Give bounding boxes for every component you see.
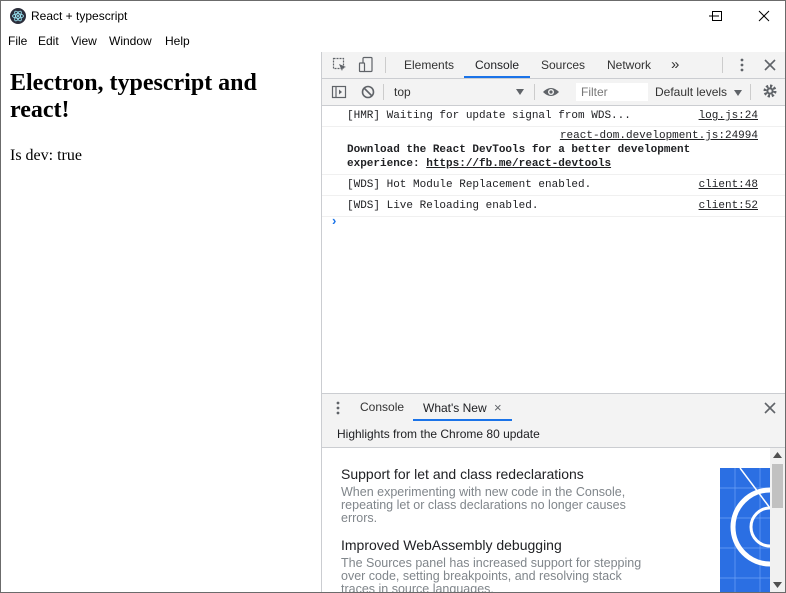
- menu-edit[interactable]: Edit: [38, 34, 59, 48]
- drawer-tab-bar: Console What's New ×: [322, 393, 785, 422]
- devtools-tab-bar: Elements Console Sources Network »: [322, 52, 785, 79]
- drawer-tab-label: What's New: [423, 401, 487, 415]
- feature-description: The Sources panel has increased support …: [341, 556, 642, 593]
- close-drawer-icon[interactable]: [764, 402, 776, 414]
- devtools-link[interactable]: https://fb.me/react-devtools: [426, 158, 611, 170]
- highlights-header: Highlights from the Chrome 80 update: [322, 421, 785, 448]
- log-levels-dropdown[interactable]: Default levels: [655, 83, 743, 101]
- tab-sources[interactable]: Sources: [541, 52, 585, 78]
- message-source-link[interactable]: client:48: [699, 179, 758, 191]
- drawer-tab-whats-new[interactable]: What's New ×: [413, 394, 512, 421]
- whats-new-content: Support for let and class redeclarations…: [322, 448, 785, 593]
- context-value: top: [394, 85, 411, 99]
- message-source-link[interactable]: client:52: [699, 200, 758, 212]
- toolbar-divider: [385, 57, 386, 73]
- promo-graphic-icon: [720, 468, 770, 592]
- console-message: [HMR] Waiting for update signal from WDS…: [322, 106, 785, 127]
- console-settings-gear-icon[interactable]: [762, 83, 778, 99]
- close-devtools-icon[interactable]: [764, 59, 776, 71]
- page-content: Electron, typescript and react! Is dev: …: [1, 52, 321, 592]
- highlights-title: Highlights from the Chrome 80 update: [337, 427, 540, 441]
- tab-console[interactable]: Console: [464, 52, 531, 78]
- drawer-scrollbar[interactable]: [770, 448, 785, 592]
- inspect-element-icon[interactable]: [332, 57, 348, 73]
- menu-help[interactable]: Help: [165, 34, 190, 48]
- console-message: react-dom.development.js:24994 Download …: [322, 127, 785, 175]
- console-messages: [HMR] Waiting for update signal from WDS…: [322, 106, 785, 393]
- filter-placeholder: Filter: [581, 85, 608, 99]
- clear-console-icon[interactable]: [360, 84, 376, 100]
- menu-view[interactable]: View: [71, 34, 97, 48]
- more-tabs-button[interactable]: »: [671, 52, 679, 78]
- title-bar[interactable]: React + typescript: [1, 1, 785, 31]
- menu-file[interactable]: File: [8, 34, 27, 48]
- live-expression-eye-icon[interactable]: [542, 85, 560, 99]
- dev-status-text: Is dev: true: [10, 147, 82, 164]
- maximize-button[interactable]: [693, 1, 739, 31]
- sidebar-toggle-icon[interactable]: [331, 84, 347, 100]
- context-selector[interactable]: top: [388, 83, 528, 101]
- console-toolbar: top Filter Default levels: [322, 79, 785, 106]
- console-prompt[interactable]: ›: [332, 213, 336, 228]
- log-levels-label: Default levels: [655, 85, 728, 99]
- message-text: [WDS] Live Reloading enabled.: [347, 200, 539, 212]
- close-window-button[interactable]: [739, 1, 785, 31]
- device-toolbar-icon[interactable]: [358, 56, 374, 74]
- toolbar-divider: [750, 84, 751, 100]
- chrome-80-promo-image[interactable]: [720, 468, 770, 592]
- message-text: [WDS] Hot Module Replacement enabled.: [347, 179, 592, 191]
- kebab-menu-icon[interactable]: [736, 57, 748, 73]
- feature-title[interactable]: Support for let and class redeclarations: [341, 466, 584, 482]
- dropdown-arrow-icon: [516, 89, 524, 95]
- close-icon: [758, 10, 770, 22]
- message-text-line2: experience: https://fb.me/react-devtools: [347, 158, 611, 170]
- console-message: [WDS] Hot Module Replacement enabled. cl…: [322, 175, 785, 196]
- feature-description: When experimenting with new code in the …: [341, 485, 626, 525]
- devtools-panel: Elements Console Sources Network » top F…: [321, 52, 785, 593]
- filter-input[interactable]: Filter: [576, 83, 648, 101]
- close-tab-icon[interactable]: ×: [494, 400, 502, 415]
- app-window: React + typescript File Edit View Window…: [0, 0, 786, 593]
- menu-bar: File Edit View Window Help: [1, 31, 785, 52]
- tab-elements[interactable]: Elements: [404, 52, 454, 78]
- scrollbar-thumb[interactable]: [772, 464, 783, 508]
- toolbar-divider: [722, 57, 723, 73]
- tab-network[interactable]: Network: [607, 52, 651, 78]
- page-heading: Electron, typescript and react!: [10, 70, 257, 123]
- electron-app-icon: [10, 8, 26, 24]
- console-message: [WDS] Live Reloading enabled. client:52: [322, 196, 785, 217]
- toolbar-divider: [383, 84, 384, 100]
- message-text: Download the React DevTools for a better…: [347, 144, 691, 156]
- window-title: React + typescript: [31, 9, 128, 23]
- drawer-menu-icon[interactable]: [335, 400, 341, 416]
- scroll-up-icon[interactable]: [773, 452, 782, 458]
- message-source-link[interactable]: react-dom.development.js:24994: [560, 130, 758, 142]
- dropdown-arrow-icon: [734, 90, 743, 96]
- message-text: [HMR] Waiting for update signal from WDS…: [347, 110, 631, 122]
- scroll-down-icon[interactable]: [773, 582, 782, 588]
- maximize-icon: [712, 11, 722, 21]
- toolbar-divider: [534, 84, 535, 100]
- drawer-tab-console[interactable]: Console: [360, 394, 404, 421]
- message-source-link[interactable]: log.js:24: [699, 110, 758, 122]
- feature-title[interactable]: Improved WebAssembly debugging: [341, 537, 562, 553]
- message-text-prefix: experience:: [347, 158, 427, 170]
- menu-window[interactable]: Window: [109, 34, 152, 48]
